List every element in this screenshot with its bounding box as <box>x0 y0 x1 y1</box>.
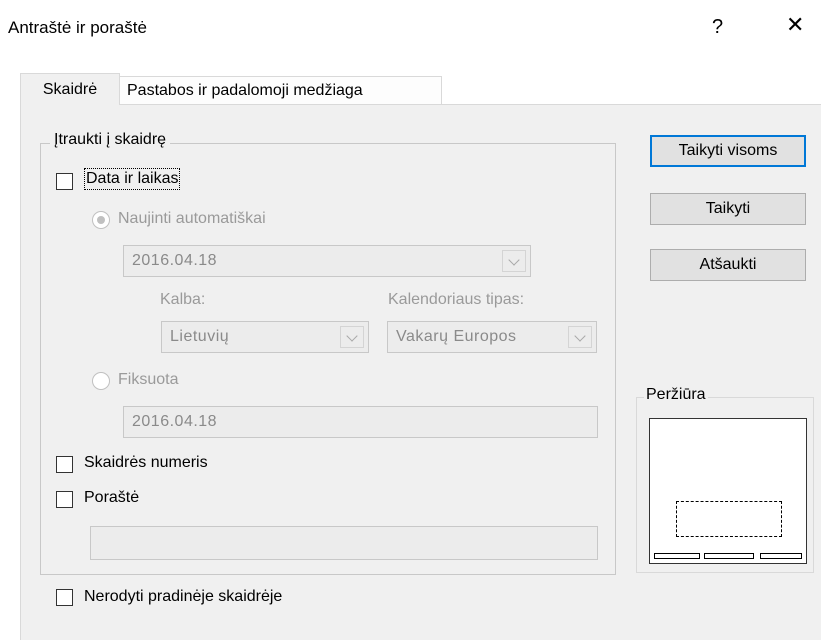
calendar-type-dropdown[interactable]: Vakarų Europos <box>387 321 597 353</box>
content-placeholder <box>676 501 782 537</box>
cancel-button[interactable]: Atšaukti <box>650 249 806 281</box>
chevron-down-icon <box>568 326 592 348</box>
calendar-type-value: Vakarų Europos <box>396 328 517 345</box>
footer-placeholder <box>704 553 754 559</box>
date-time-checkbox[interactable] <box>56 173 73 190</box>
language-label: Kalba: <box>160 291 206 308</box>
footer-label[interactable]: Poraštė <box>84 489 139 507</box>
dont-show-title-slide-checkbox[interactable] <box>56 589 73 606</box>
preview-label: Peržiūra <box>644 386 708 404</box>
tab-notes-handouts[interactable]: Pastabos ir padalomoji medžiaga <box>118 76 442 104</box>
fixed-radio[interactable] <box>92 372 110 390</box>
update-automatically-radio[interactable] <box>92 211 110 229</box>
slide-number-label[interactable]: Skaidrės numeris <box>84 454 208 472</box>
apply-button[interactable]: Taikyti <box>650 193 806 225</box>
date-placeholder <box>654 553 700 559</box>
slide-number-placeholder <box>760 553 802 559</box>
apply-to-all-button[interactable]: Taikyti visoms <box>650 135 806 167</box>
fixed-date-field[interactable]: 2016.04.18 <box>123 406 598 438</box>
dialog-title: Antraštė ir poraštė <box>8 18 147 37</box>
calendar-type-label: Kalendoriaus tipas: <box>388 291 525 308</box>
footer-checkbox[interactable] <box>56 491 73 508</box>
language-dropdown[interactable]: Lietuvių <box>161 321 369 353</box>
tab-slide[interactable]: Skaidrė <box>20 73 120 105</box>
footer-text-field[interactable] <box>90 526 598 560</box>
include-on-slide-group <box>40 143 616 575</box>
close-button[interactable]: ✕ <box>786 12 804 38</box>
slide-preview <box>649 418 807 564</box>
language-value: Lietuvių <box>170 328 230 345</box>
chevron-down-icon <box>502 250 526 272</box>
chevron-down-icon <box>340 326 364 348</box>
slide-number-checkbox[interactable] <box>56 456 73 473</box>
include-on-slide-label: Įtraukti į skaidrę <box>50 131 171 149</box>
fixed-date-value: 2016.04.18 <box>132 413 218 430</box>
help-button[interactable]: ? <box>712 16 723 39</box>
date-format-dropdown[interactable]: 2016.04.18 <box>123 245 531 277</box>
date-time-label[interactable]: Data ir laikas <box>83 168 181 190</box>
dont-show-title-slide-label[interactable]: Nerodyti pradinėje skaidrėje <box>84 588 282 606</box>
date-format-value: 2016.04.18 <box>132 252 218 269</box>
fixed-label: Fiksuota <box>118 371 179 388</box>
update-automatically-label: Naujinti automatiškai <box>118 210 266 227</box>
